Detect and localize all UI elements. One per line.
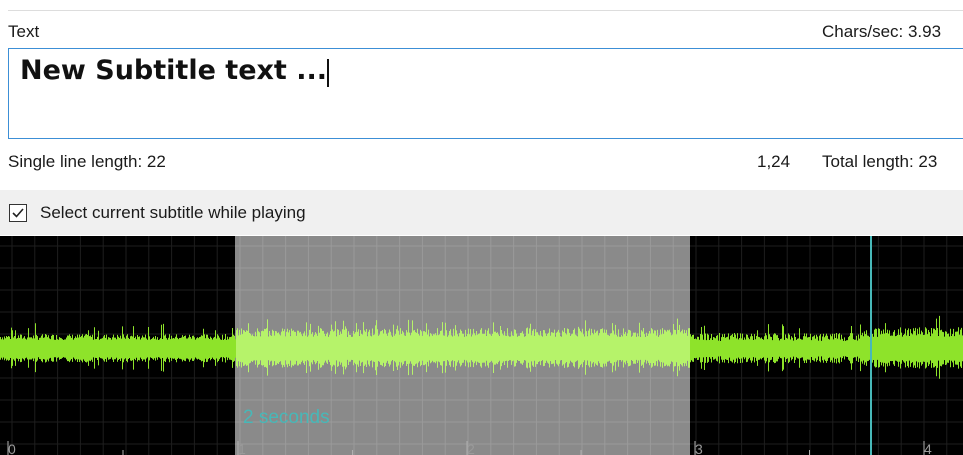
subtitle-text-value: New Subtitle text ... — [20, 55, 327, 86]
subtitle-text-input[interactable]: New Subtitle text ... — [8, 48, 963, 139]
time-tick-1: 1 — [238, 441, 246, 455]
selection-duration-label: 2 seconds — [243, 407, 330, 428]
select-current-checkbox[interactable] — [9, 204, 27, 222]
time-tick-0: 0 — [8, 441, 16, 455]
text-label: Text — [8, 22, 40, 41]
time-tick-2: 2 — [467, 441, 475, 455]
text-panel: Text Chars/sec: 3.93 New Subtitle text .… — [0, 0, 963, 190]
text-caret — [327, 59, 329, 87]
single-line-length-label: Single line length: 22 — [8, 152, 166, 171]
waveform-panel[interactable]: 2 seconds 0 1 2 3 4 — [0, 236, 963, 455]
select-current-label[interactable]: Select current subtitle while playing — [40, 203, 306, 223]
waveform-canvas[interactable] — [0, 236, 963, 455]
time-tick-4: 4 — [924, 441, 932, 455]
time-tick-3: 3 — [695, 441, 703, 455]
cursor-position-label: 1,24 — [757, 152, 791, 171]
divider — [8, 10, 963, 11]
checkmark-icon — [12, 208, 24, 218]
total-length-label: Total length: 23 — [822, 152, 938, 171]
chars-per-sec-label: Chars/sec: 3.93 — [822, 22, 942, 41]
